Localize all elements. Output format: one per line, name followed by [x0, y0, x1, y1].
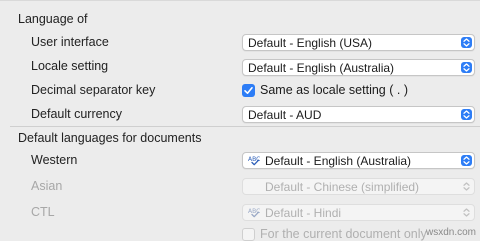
section-divider — [10, 126, 480, 127]
chevron-updown-icon — [461, 62, 472, 73]
asian-language-select[interactable]: Default - Chinese (simplified) — [242, 178, 475, 195]
decimal-separator-checkbox[interactable] — [242, 84, 255, 97]
svg-text:ABC: ABC — [248, 156, 260, 163]
chevron-updown-icon — [461, 109, 472, 120]
chevron-updown-icon — [461, 155, 472, 166]
svg-text:ABC: ABC — [248, 208, 260, 215]
window-top-border — [0, 0, 480, 1]
locale-setting-select[interactable]: Default - English (Australia) — [242, 59, 475, 76]
current-document-only-label[interactable]: For the current document only — [260, 227, 427, 241]
decimal-separator-checkbox-label[interactable]: Same as locale setting ( . ) — [260, 83, 408, 97]
user-interface-value: Default - English (USA) — [248, 36, 373, 50]
western-language-value: Default - English (Australia) — [265, 154, 412, 168]
label-user-interface: User interface — [31, 35, 109, 49]
label-asian: Asian — [31, 179, 63, 193]
section-title-default-languages: Default languages for documents — [18, 131, 202, 145]
western-language-select[interactable]: ABC Default - English (Australia) — [242, 152, 475, 169]
locale-setting-value: Default - English (Australia) — [248, 61, 395, 75]
user-interface-select[interactable]: Default - English (USA) — [242, 34, 475, 51]
checkmark-icon — [244, 87, 253, 94]
watermark: wsxdn.com — [425, 227, 476, 238]
ctl-language-value: Default - Hindi — [265, 206, 342, 220]
label-locale-setting: Locale setting — [31, 59, 109, 73]
chevron-updown-icon — [461, 181, 472, 192]
section-title-language-of: Language of — [18, 12, 88, 26]
spellcheck-icon: ABC — [248, 208, 260, 218]
label-western: Western — [31, 153, 78, 167]
ctl-language-select[interactable]: ABC Default - Hindi — [242, 204, 475, 221]
asian-language-value: Default - Chinese (simplified) — [265, 180, 420, 194]
current-document-only-checkbox[interactable] — [242, 228, 255, 241]
label-ctl: CTL — [31, 205, 55, 219]
spellcheck-icon: ABC — [248, 156, 260, 166]
chevron-updown-icon — [461, 37, 472, 48]
label-decimal-separator: Decimal separator key — [31, 83, 156, 97]
chevron-updown-icon — [461, 207, 472, 218]
default-currency-select[interactable]: Default - AUD — [242, 106, 475, 123]
default-currency-value: Default - AUD — [248, 108, 322, 122]
label-default-currency: Default currency — [31, 107, 123, 121]
